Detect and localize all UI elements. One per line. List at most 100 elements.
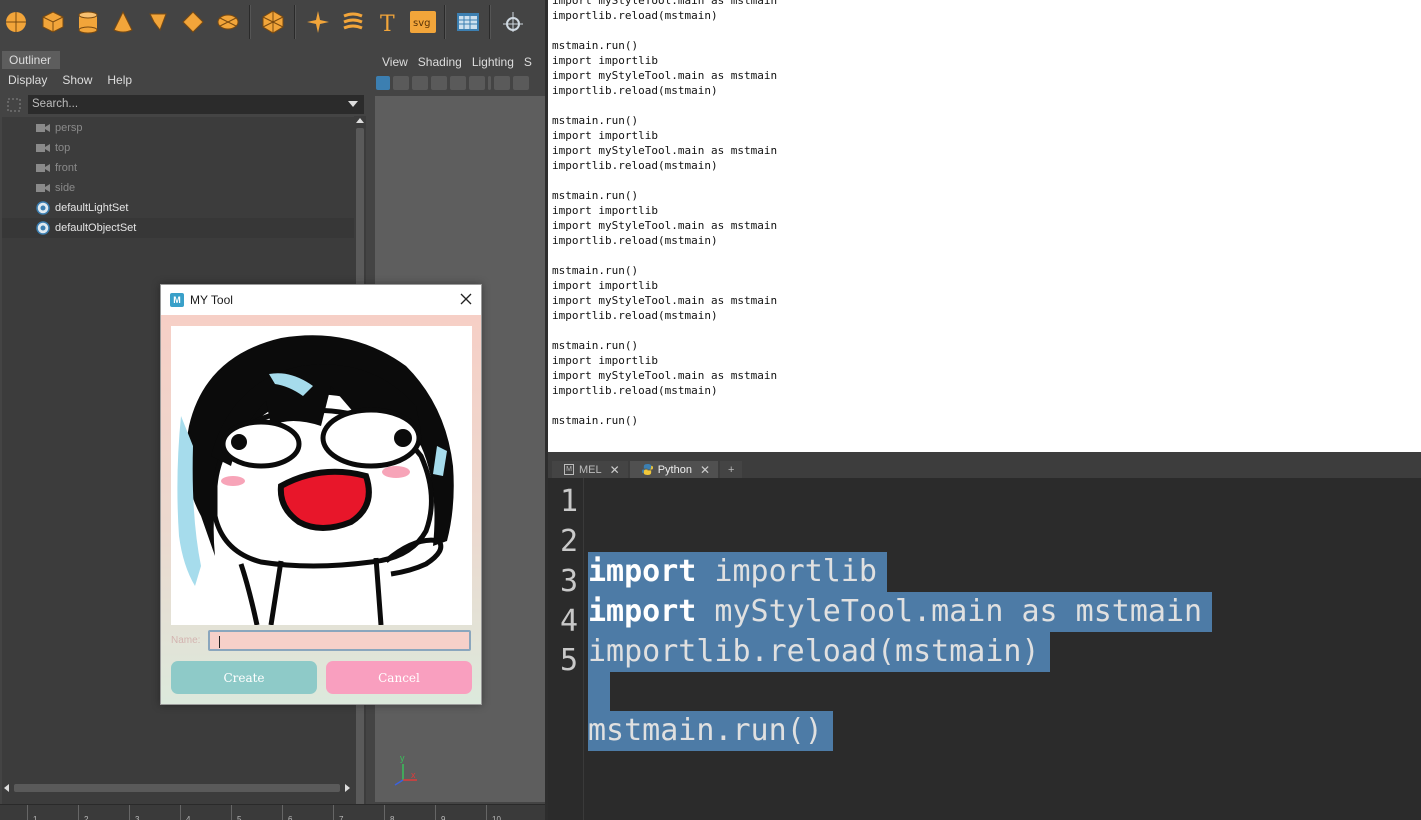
outliner-item-label: defaultObjectSet <box>55 222 137 234</box>
object-set-icon <box>36 221 50 235</box>
frame-label: 8 <box>390 815 395 820</box>
close-icon[interactable]: ✕ <box>610 463 620 477</box>
dialog-title: MY Tool <box>190 293 233 307</box>
outliner-tab[interactable]: Outliner <box>2 51 60 69</box>
script-input-pane[interactable]: 1 import importlib 2 import myStyleTool.… <box>548 478 1421 820</box>
type-panel-icon[interactable] <box>453 7 483 37</box>
maya-window: T svg Outliner Display Show Help Search.… <box>0 0 1421 820</box>
tab-python[interactable]: Python ✕ <box>629 461 718 478</box>
smooth-shade-icon[interactable] <box>513 76 529 90</box>
frame-label: 7 <box>339 815 344 820</box>
close-icon[interactable]: ✕ <box>700 463 710 477</box>
poly-disc-icon[interactable] <box>213 7 243 37</box>
code-line: 1 import importlib <box>548 482 887 592</box>
chevron-down-icon[interactable] <box>348 101 358 107</box>
helix-icon[interactable] <box>338 7 368 37</box>
code-line: 4 <box>548 602 656 712</box>
axis-y-label: y <box>400 753 405 763</box>
frame-label: 10 <box>492 815 501 820</box>
maya-logo-icon: M <box>170 293 184 307</box>
line-number: 1 <box>560 484 579 519</box>
poly-torus-icon[interactable] <box>143 7 173 37</box>
create-button[interactable]: Create <box>171 661 317 694</box>
menu-display[interactable]: Display <box>0 73 54 87</box>
svg-tool-icon[interactable]: svg <box>408 7 438 37</box>
add-tab-button[interactable]: + <box>720 461 743 478</box>
frame-icon[interactable] <box>393 76 409 90</box>
code-text: importlib.reload(mstmain) <box>588 632 1050 672</box>
menu-show[interactable]: S <box>514 55 532 71</box>
search-input[interactable]: Search... <box>28 95 364 114</box>
sparkle-icon[interactable] <box>303 7 333 37</box>
filter-icon[interactable] <box>6 97 22 113</box>
script-history-pane[interactable]: import myStyleTool.main as mstmain impor… <box>548 0 1421 452</box>
frame-label: 1 <box>33 815 38 820</box>
film-gate-icon[interactable] <box>431 76 447 90</box>
cancel-button[interactable]: Cancel <box>326 661 472 694</box>
svg-text:T: T <box>380 12 395 34</box>
grid-icon[interactable] <box>412 76 428 90</box>
view-axis-icon <box>394 764 417 786</box>
scrollbar-thumb[interactable] <box>14 784 340 792</box>
scroll-left-icon[interactable] <box>3 784 11 792</box>
platonic-solid-icon[interactable] <box>258 7 288 37</box>
poly-sphere-icon[interactable] <box>3 7 33 37</box>
resolution-gate-icon[interactable] <box>450 76 466 90</box>
outliner-item-top[interactable]: top <box>2 138 354 158</box>
close-icon[interactable] <box>459 292 473 306</box>
wireframe-icon[interactable] <box>494 76 510 90</box>
line-number: 5 <box>560 643 579 678</box>
outliner-item-front[interactable]: front <box>2 158 354 178</box>
menu-show[interactable]: Show <box>54 73 99 87</box>
history-text: import myStyleTool.main as mstmain impor… <box>552 0 778 427</box>
outliner-item-side[interactable]: side <box>2 178 354 198</box>
frame-label: 9 <box>441 815 446 820</box>
outliner-item-persp[interactable]: persp <box>2 118 354 138</box>
menu-view[interactable]: View <box>372 55 408 71</box>
locator-icon[interactable] <box>498 7 528 37</box>
frame-label: 4 <box>186 815 191 820</box>
my-tool-dialog: M MY Tool Name: Create Cancel <box>160 284 482 705</box>
shelf-separator <box>249 5 251 39</box>
code-line: 5 mstmain.run() <box>548 641 833 751</box>
poly-cylinder-icon[interactable] <box>73 7 103 37</box>
line-number: 2 <box>560 524 579 559</box>
camera-icon <box>36 121 50 135</box>
menu-shading[interactable]: Shading <box>408 55 462 71</box>
poly-cube-icon[interactable] <box>38 7 68 37</box>
outliner-item-label: top <box>55 142 71 154</box>
menu-help[interactable]: Help <box>99 73 139 87</box>
camera-icon <box>36 181 50 195</box>
code-text: import myStyleTool.main as mstmain <box>588 592 1213 632</box>
outliner-item-defaultobjectset[interactable]: defaultObjectSet <box>2 218 354 238</box>
dialog-titlebar[interactable]: M MY Tool <box>161 285 481 315</box>
outliner-horizontal-scrollbar[interactable] <box>2 782 354 794</box>
viewport-menubar: View Shading Lighting S <box>372 55 545 71</box>
object-set-icon <box>36 201 50 215</box>
shelf-separator <box>294 5 296 39</box>
scroll-up-icon[interactable] <box>356 117 364 125</box>
tab-label: Python <box>657 463 692 476</box>
poly-plane-icon[interactable] <box>178 7 208 37</box>
camera-icon <box>36 141 50 155</box>
shelf-separator <box>444 5 446 39</box>
poly-cone-icon[interactable] <box>108 7 138 37</box>
time-slider[interactable]: 1 2 3 4 5 6 7 8 9 10 <box>0 804 545 820</box>
scroll-right-icon[interactable] <box>343 784 351 792</box>
text-caret <box>219 636 220 648</box>
menu-lighting[interactable]: Lighting <box>462 55 514 71</box>
code-text: mstmain.run() <box>588 711 833 751</box>
shelf-toolbar: T svg <box>0 0 545 44</box>
outliner-menubar: Display Show Help <box>0 70 368 90</box>
mel-icon: M <box>564 464 574 475</box>
name-input[interactable] <box>208 630 471 651</box>
axis-x-label: x <box>411 770 416 780</box>
select-camera-icon[interactable] <box>376 76 390 90</box>
character-illustration <box>171 326 472 625</box>
outliner-item-defaultlightset[interactable]: defaultLightSet <box>2 198 354 218</box>
gate-mask-icon[interactable] <box>469 76 485 90</box>
tab-mel[interactable]: M MEL ✕ <box>552 461 628 478</box>
text-tool-icon[interactable]: T <box>373 7 403 37</box>
script-editor-splitter[interactable] <box>548 452 1421 460</box>
viewport-toolbar <box>376 74 545 92</box>
